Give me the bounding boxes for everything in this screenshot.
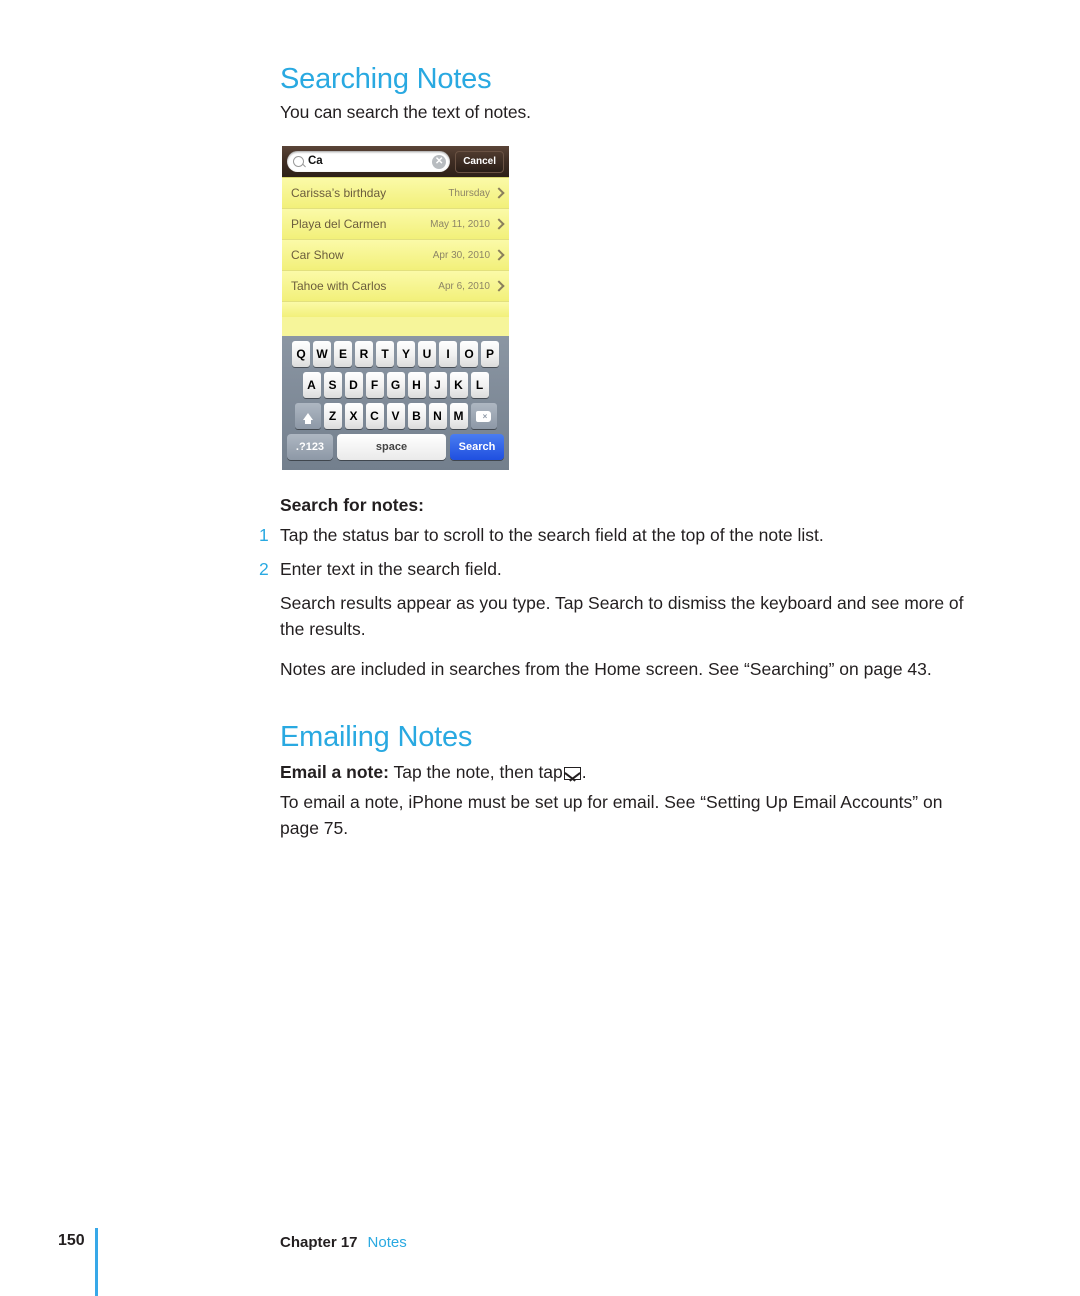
list-item[interactable]: Car Show Apr 30, 2010 — [282, 240, 509, 271]
key-a[interactable]: A — [302, 372, 321, 398]
key-l[interactable]: L — [470, 372, 489, 398]
keyboard-row-4: .?123 space Search — [284, 434, 507, 460]
list-item[interactable]: Playa del Carmen May 11, 2010 — [282, 209, 509, 240]
key-h[interactable]: H — [407, 372, 426, 398]
key-n[interactable]: N — [428, 403, 447, 429]
key-u[interactable]: U — [418, 341, 436, 367]
footer-chapter: Chapter 17 Notes — [280, 1234, 407, 1251]
envelope-icon — [563, 767, 581, 780]
note-date: Thursday — [448, 187, 490, 199]
intro-paragraph: You can search the text of notes. — [280, 102, 531, 122]
key-p[interactable]: P — [481, 341, 499, 367]
paragraph-home-screen-search: Notes are included in searches from the … — [280, 659, 932, 679]
search-icon — [293, 156, 304, 167]
list-item-partial[interactable] — [282, 302, 509, 317]
key-x[interactable]: X — [344, 403, 363, 429]
clear-search-icon[interactable]: ✕ — [432, 154, 447, 169]
key-m[interactable]: M — [449, 403, 468, 429]
search-key[interactable]: Search — [450, 434, 504, 460]
email-a-note-text-after: . — [581, 762, 587, 782]
iphone-notes-search-screenshot: Ca ✕ Cancel Carissa’s birthday Thursday … — [282, 146, 509, 470]
procedure-step-1: 1 Tap the status bar to scroll to the sea… — [259, 523, 824, 547]
step-number: 1 — [259, 525, 269, 545]
footer-chapter-label: Chapter 17 — [280, 1234, 358, 1251]
key-e[interactable]: E — [334, 341, 352, 367]
keyboard-row-3: Z X C V B N M × — [284, 403, 507, 429]
page-title-searching-notes: Searching Notes — [280, 63, 492, 95]
footer-section-label: Notes — [367, 1234, 407, 1251]
key-r[interactable]: R — [355, 341, 373, 367]
email-a-note-line: Email a note: Tap the note, then tap. — [280, 760, 587, 784]
shift-arrow-icon — [302, 412, 313, 424]
key-v[interactable]: V — [386, 403, 405, 429]
key-o[interactable]: O — [460, 341, 478, 367]
key-d[interactable]: D — [344, 372, 363, 398]
onscreen-keyboard: Q W E R T Y U I O P A S D F G H J K L Z … — [282, 336, 509, 470]
search-input[interactable]: Ca ✕ — [287, 151, 451, 172]
key-z[interactable]: Z — [323, 403, 342, 429]
page-number: 150 — [58, 1232, 85, 1249]
backspace-icon: × — [476, 410, 491, 422]
key-i[interactable]: I — [439, 341, 457, 367]
keyboard-row-1: Q W E R T Y U I O P — [284, 341, 507, 367]
footer-divider — [95, 1228, 98, 1296]
space-key[interactable]: space — [337, 434, 446, 460]
shift-key[interactable] — [294, 403, 321, 429]
chevron-right-icon — [493, 280, 505, 292]
key-t[interactable]: T — [376, 341, 394, 367]
search-query-text: Ca — [308, 154, 323, 167]
screenshot-search-bar: Ca ✕ Cancel — [282, 146, 509, 177]
paragraph-email-setup: To email a note, iPhone must be set up f… — [280, 792, 943, 838]
paragraph-search-results: Search results appear as you type. Tap S… — [280, 593, 964, 639]
keyboard-row-2: A S D F G H J K L — [284, 372, 507, 398]
chevron-right-icon — [493, 187, 505, 199]
cancel-button[interactable]: Cancel — [455, 150, 504, 173]
key-s[interactable]: S — [323, 372, 342, 398]
note-date: Apr 6, 2010 — [438, 280, 490, 292]
email-a-note-text-before: Tap the note, then tap — [393, 762, 563, 782]
list-item[interactable]: Tahoe with Carlos Apr 6, 2010 — [282, 271, 509, 302]
delete-key[interactable]: × — [470, 403, 497, 429]
key-k[interactable]: K — [449, 372, 468, 398]
key-c[interactable]: C — [365, 403, 384, 429]
key-g[interactable]: G — [386, 372, 405, 398]
note-date: Apr 30, 2010 — [432, 249, 490, 261]
chevron-right-icon — [493, 218, 505, 230]
note-title: Playa del Carmen — [291, 217, 387, 231]
key-j[interactable]: J — [428, 372, 447, 398]
procedure-title: Search for notes: — [280, 495, 424, 515]
step-text: Enter text in the search field. — [280, 559, 502, 579]
manual-page: Searching Notes You can search the text … — [0, 0, 1080, 1296]
note-title: Tahoe with Carlos — [291, 279, 387, 293]
chevron-right-icon — [493, 249, 505, 261]
procedure-step-2: 2 Enter text in the search field. — [259, 557, 502, 581]
key-w[interactable]: W — [313, 341, 331, 367]
step-number: 2 — [259, 559, 269, 579]
list-item[interactable]: Carissa’s birthday Thursday — [282, 178, 509, 209]
key-b[interactable]: B — [407, 403, 426, 429]
page-title-emailing-notes: Emailing Notes — [280, 721, 473, 753]
key-q[interactable]: Q — [292, 341, 310, 367]
note-title: Car Show — [291, 248, 344, 262]
search-results-list: Carissa’s birthday Thursday Playa del Ca… — [282, 177, 509, 336]
key-f[interactable]: F — [365, 372, 384, 398]
numbers-key[interactable]: .?123 — [287, 434, 333, 460]
note-date: May 11, 2010 — [430, 218, 490, 230]
note-title: Carissa’s birthday — [291, 186, 387, 200]
step-text: Tap the status bar to scroll to the sear… — [280, 525, 824, 545]
email-a-note-label: Email a note: — [280, 762, 389, 782]
key-y[interactable]: Y — [397, 341, 415, 367]
